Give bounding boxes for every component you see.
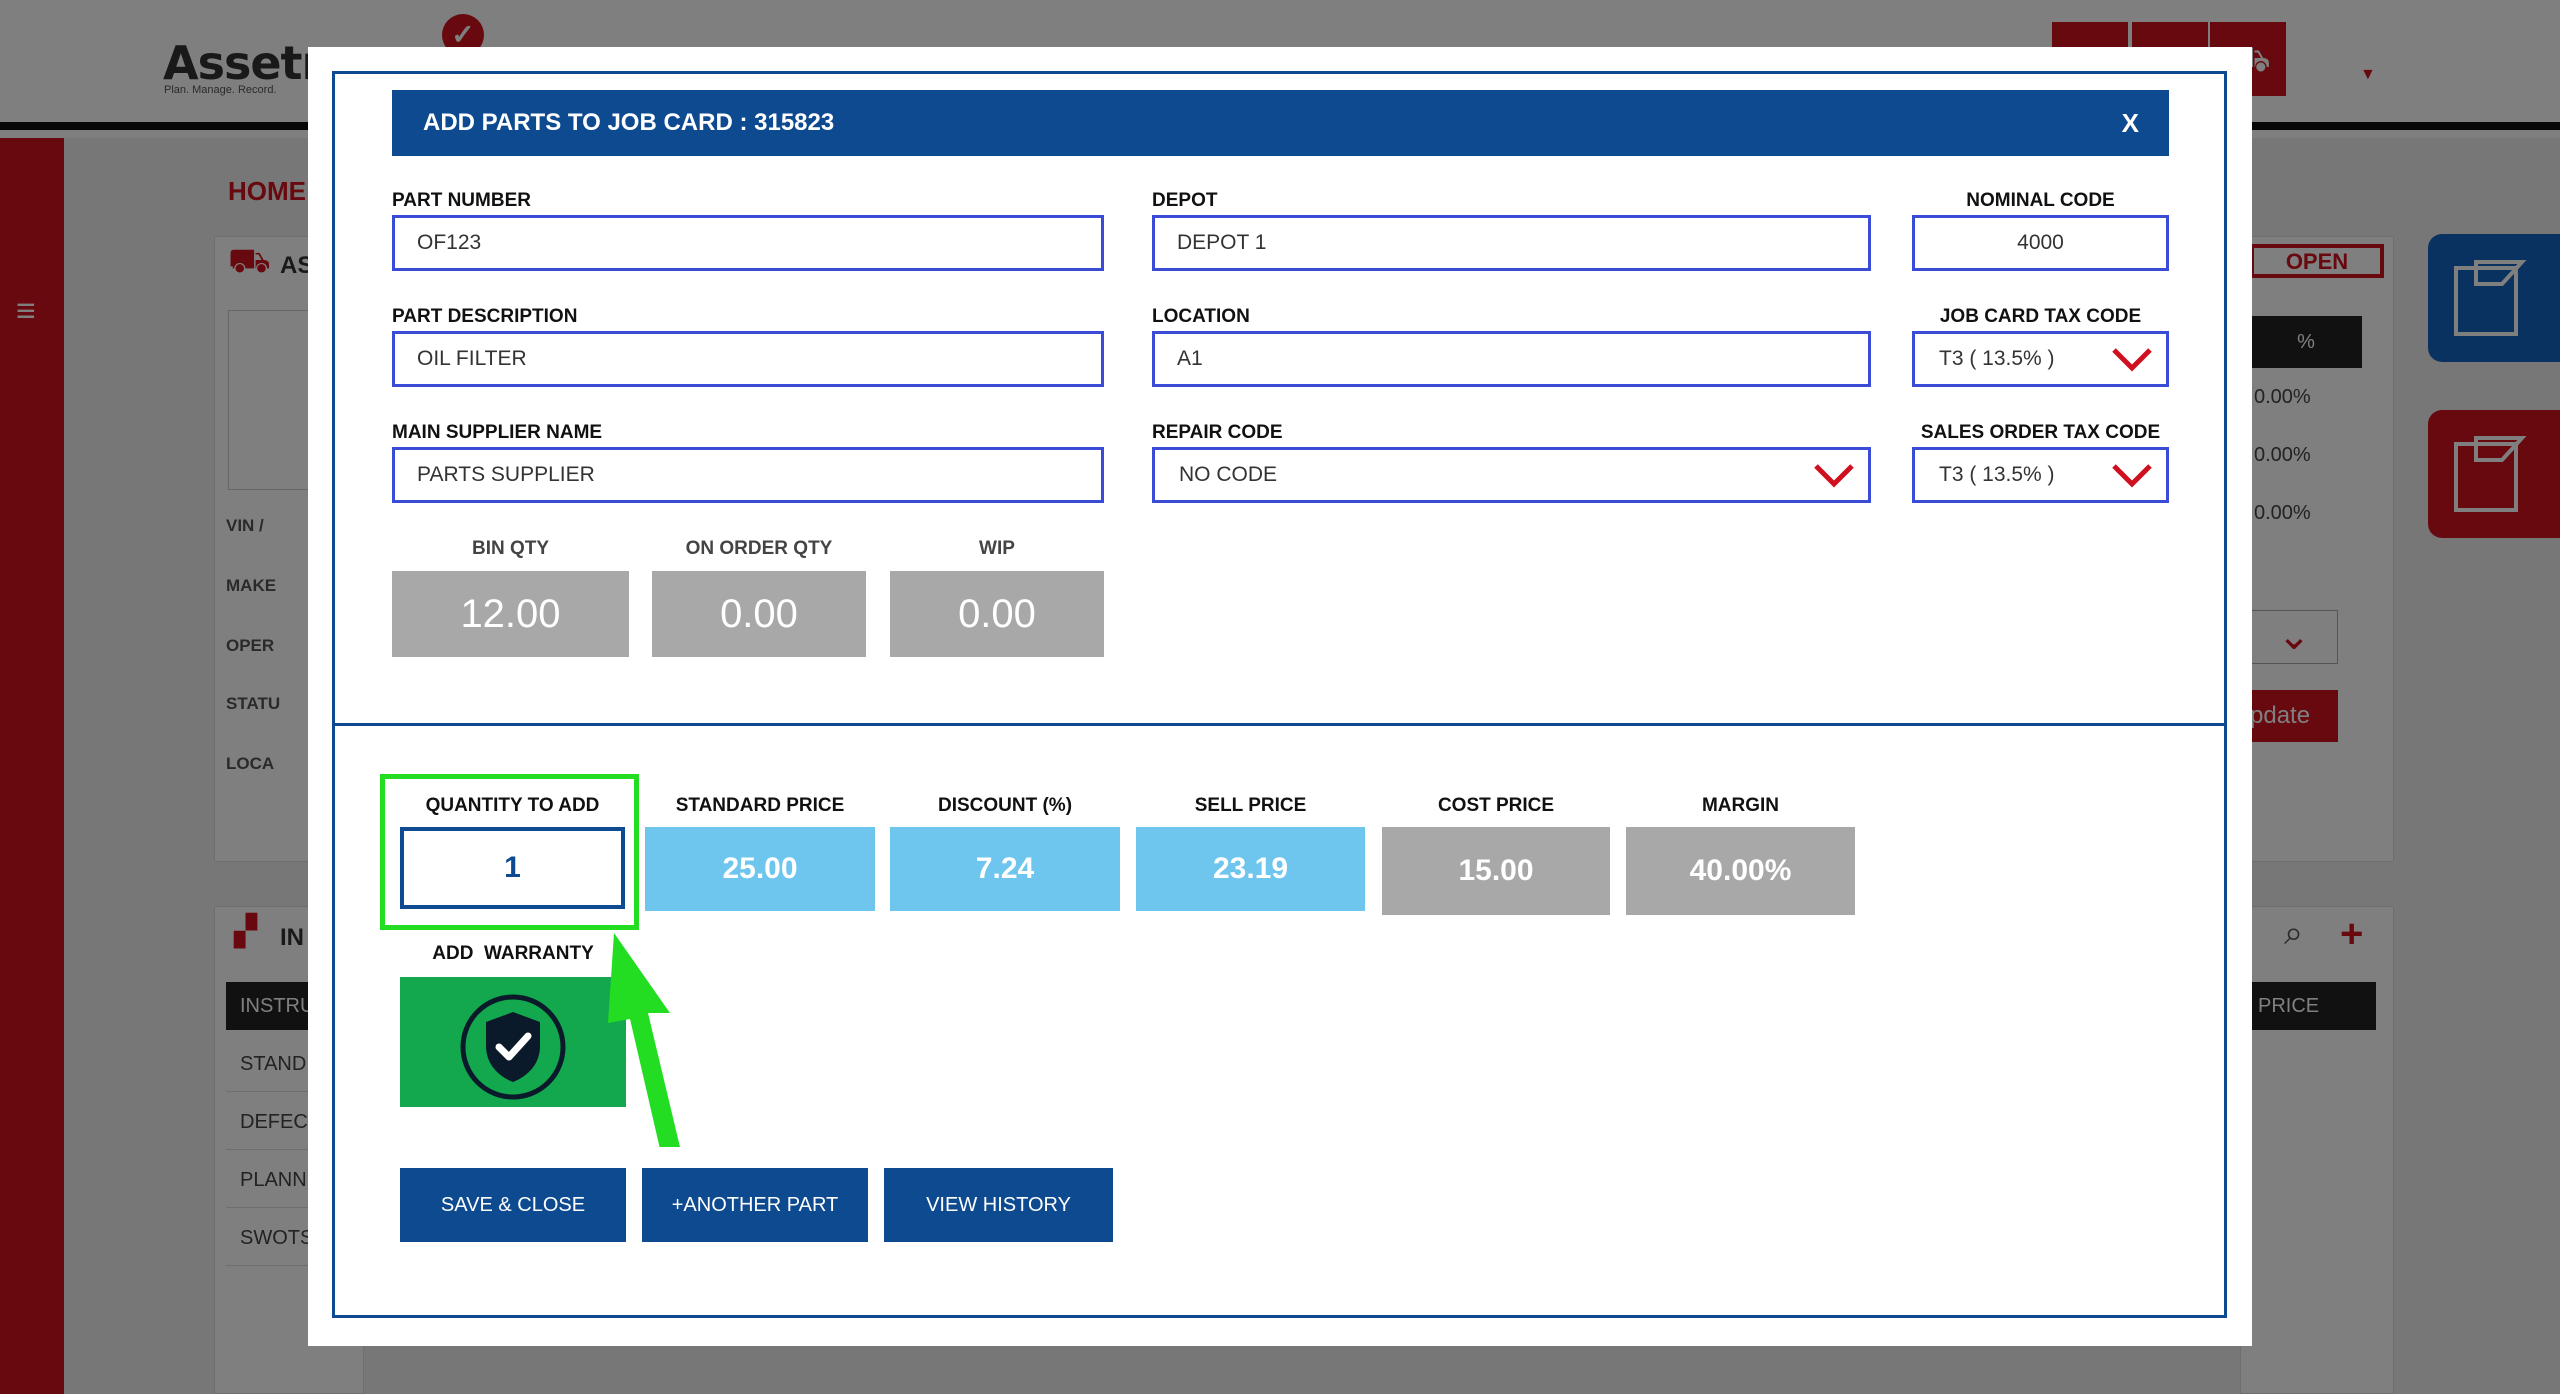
- add-warranty-label: ADD WARRANTY: [432, 943, 594, 964]
- view-history-button[interactable]: VIEW HISTORY: [884, 1168, 1113, 1242]
- repair-code-select[interactable]: NO CODE: [1152, 447, 1871, 503]
- chevron-down-icon: [2112, 348, 2152, 372]
- on-order-qty-label: ON ORDER QTY: [685, 538, 833, 559]
- chevron-down-icon: [2112, 464, 2152, 488]
- wip-label: WIP: [979, 538, 1015, 559]
- on-order-qty-value: 0.00: [652, 571, 866, 657]
- repair-code-value: NO CODE: [1179, 463, 1278, 486]
- bin-qty-label: BIN QTY: [471, 538, 550, 559]
- chevron-down-icon: [1814, 464, 1854, 488]
- arrow-annotation-icon: [608, 933, 680, 1147]
- cost-price-label: COST PRICE: [1437, 795, 1555, 816]
- nominal-code-label: NOMINAL CODE: [1966, 190, 2115, 211]
- sell-price-field[interactable]: 23.19: [1136, 827, 1365, 911]
- sales-order-tax-code-value: T3 ( 13.5% ): [1939, 463, 2055, 486]
- location-field[interactable]: A1: [1152, 331, 1871, 387]
- discount-field[interactable]: 7.24: [890, 827, 1120, 911]
- standard-price-field[interactable]: 25.00: [645, 827, 875, 911]
- another-part-button[interactable]: +ANOTHER PART: [642, 1168, 868, 1242]
- part-number-label: PART NUMBER: [392, 190, 531, 211]
- location-label: LOCATION: [1152, 306, 1250, 327]
- close-icon[interactable]: X: [2122, 90, 2139, 156]
- modal-divider: [332, 723, 2227, 726]
- sell-price-label: SELL PRICE: [1194, 795, 1307, 816]
- standard-price-label: STANDARD PRICE: [675, 795, 845, 816]
- job-card-tax-code-value: T3 ( 13.5% ): [1939, 347, 2055, 370]
- modal-header: ADD PARTS TO JOB CARD : 315823 X: [392, 90, 2169, 156]
- margin-value: 40.00%: [1626, 827, 1855, 915]
- wip-value: 0.00: [890, 571, 1104, 657]
- part-description-label: PART DESCRIPTION: [392, 306, 578, 327]
- cost-price-value: 15.00: [1382, 827, 1610, 915]
- part-description-field[interactable]: OIL FILTER: [392, 331, 1104, 387]
- job-card-tax-code-select[interactable]: T3 ( 13.5% ): [1912, 331, 2169, 387]
- margin-label: MARGIN: [1701, 795, 1780, 816]
- modal-title: ADD PARTS TO JOB CARD : 315823: [423, 109, 835, 136]
- job-card-tax-code-label: JOB CARD TAX CODE: [1939, 306, 2142, 327]
- shield-check-icon: [460, 994, 566, 1100]
- main-supplier-name-label: MAIN SUPPLIER NAME: [392, 422, 603, 443]
- quantity-to-add-label: QUANTITY TO ADD: [425, 795, 600, 816]
- nominal-code-field[interactable]: 4000: [1912, 215, 2169, 271]
- main-supplier-name-field[interactable]: PARTS SUPPLIER: [392, 447, 1104, 503]
- repair-code-label: REPAIR CODE: [1152, 422, 1283, 443]
- depot-label: DEPOT: [1152, 190, 1218, 211]
- save-close-button[interactable]: SAVE & CLOSE: [400, 1168, 626, 1242]
- add-warranty-button[interactable]: [400, 977, 626, 1107]
- quantity-to-add-input[interactable]: 1: [400, 827, 625, 909]
- add-parts-modal: ADD PARTS TO JOB CARD : 315823 X PART NU…: [308, 47, 2252, 1346]
- depot-field[interactable]: DEPOT 1: [1152, 215, 1871, 271]
- discount-label: DISCOUNT (%): [937, 795, 1073, 816]
- bin-qty-value: 12.00: [392, 571, 629, 657]
- part-number-field[interactable]: OF123: [392, 215, 1104, 271]
- sales-order-tax-code-select[interactable]: T3 ( 13.5% ): [1912, 447, 2169, 503]
- sales-order-tax-code-label: SALES ORDER TAX CODE: [1920, 422, 2161, 443]
